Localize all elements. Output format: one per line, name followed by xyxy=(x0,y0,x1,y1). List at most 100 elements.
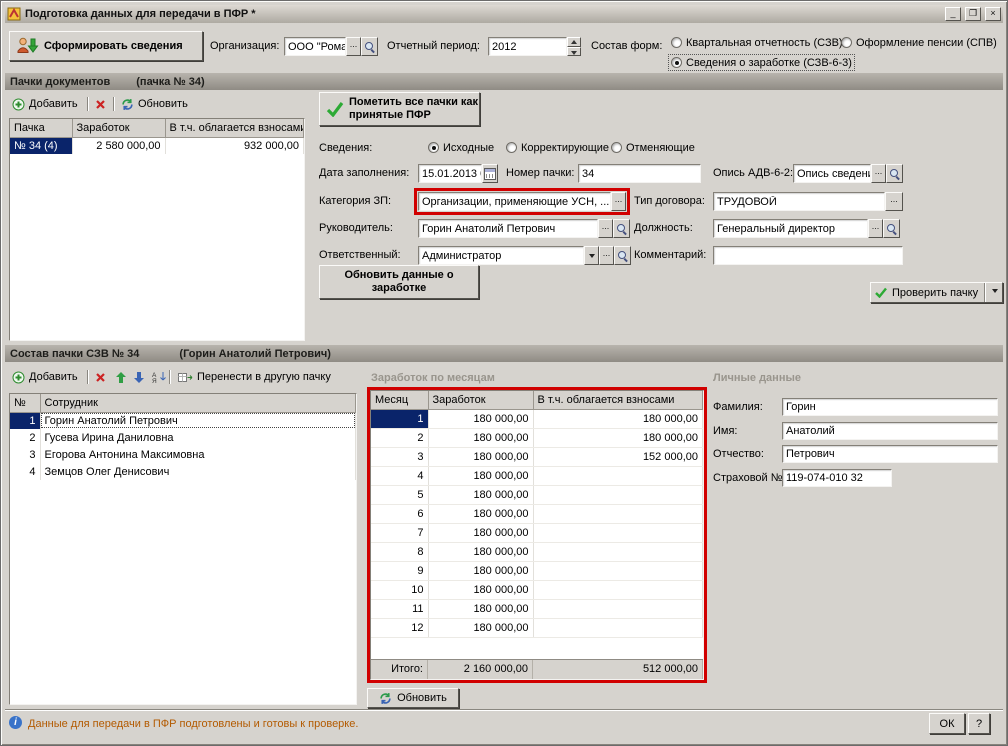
packs-delete-button[interactable] xyxy=(92,95,109,113)
organization-field[interactable]: ООО "Ромаш... xyxy=(284,37,346,56)
position-field[interactable]: Генеральный директор xyxy=(713,219,868,238)
position-search-button[interactable] xyxy=(883,219,900,238)
employee-num-cell[interactable]: 2 xyxy=(10,429,40,446)
employee-name-cell[interactable]: Горин Анатолий Петрович xyxy=(40,412,356,429)
packs-table-row[interactable]: № 34 (4) 2 580 000,00 932 000,00 xyxy=(10,137,304,154)
packs-add-button[interactable]: Добавить xyxy=(9,95,81,113)
radio-info-original[interactable]: Исходные xyxy=(426,140,496,155)
radio-form-pension[interactable]: Оформление пенсии (СПВ) xyxy=(839,35,999,50)
radio-selected-icon[interactable] xyxy=(428,142,439,153)
monthly-row[interactable]: 8180 000,00 xyxy=(371,542,703,561)
manager-field[interactable]: Горин Анатолий Петрович xyxy=(418,219,598,238)
help-button[interactable]: ? xyxy=(968,713,990,734)
monthly-row[interactable]: 3180 000,00152 000,00 xyxy=(371,447,703,466)
comment-field[interactable] xyxy=(713,246,903,265)
taxed-cell[interactable] xyxy=(533,561,703,580)
employee-row[interactable]: 2 Гусева Ирина Даниловна xyxy=(10,429,356,446)
earned-cell[interactable]: 180 000,00 xyxy=(428,580,533,599)
spin-down-icon[interactable] xyxy=(567,47,581,57)
radio-form-quarterly-label[interactable]: Квартальная отчетность (СЗВ) xyxy=(686,37,843,49)
update-earnings-button[interactable]: Обновить данные о заработке xyxy=(319,265,479,299)
radio-info-correcting-label[interactable]: Корректирующие xyxy=(521,142,609,154)
taxed-cell[interactable] xyxy=(533,542,703,561)
manager-ellipsis-button[interactable] xyxy=(598,219,613,238)
responsible-ellipsis-button[interactable] xyxy=(599,246,614,265)
monthly-row[interactable]: 11180 000,00 xyxy=(371,599,703,618)
earned-cell[interactable]: 180 000,00 xyxy=(428,599,533,618)
surname-field[interactable]: Горин xyxy=(782,398,998,416)
organization-search-button[interactable] xyxy=(361,37,378,56)
category-ellipsis-button[interactable] xyxy=(611,192,626,211)
minimize-button[interactable]: _ xyxy=(945,7,961,21)
period-spinner[interactable] xyxy=(567,37,581,56)
radio-icon[interactable] xyxy=(611,142,622,153)
employee-row[interactable]: 1 Горин Анатолий Петрович xyxy=(10,412,356,429)
check-pack-button[interactable]: Проверить пачку xyxy=(870,282,1003,303)
move-to-pack-button[interactable]: Перенести в другую пачку xyxy=(175,368,334,386)
position-ellipsis-button[interactable] xyxy=(868,219,883,238)
spin-up-icon[interactable] xyxy=(567,37,581,47)
inventory-search-button[interactable] xyxy=(886,164,903,183)
employee-name-cell[interactable]: Земцов Олег Денисович xyxy=(40,463,356,480)
month-cell[interactable]: 5 xyxy=(371,485,428,504)
taxed-cell[interactable] xyxy=(533,504,703,523)
pack-number-field[interactable]: 34 xyxy=(578,164,701,183)
taxed-cell[interactable] xyxy=(533,485,703,504)
close-button[interactable]: × xyxy=(985,7,1001,21)
monthly-row[interactable]: 1180 000,00180 000,00 xyxy=(371,409,703,428)
mark-all-packs-button[interactable]: Пометить все пачки как принятые ПФР xyxy=(319,92,480,126)
earned-cell[interactable]: 180 000,00 xyxy=(428,561,533,580)
monthly-row[interactable]: 7180 000,00 xyxy=(371,523,703,542)
employee-num-cell[interactable]: 1 xyxy=(10,412,40,429)
month-cell[interactable]: 10 xyxy=(371,580,428,599)
earned-cell[interactable]: 180 000,00 xyxy=(428,485,533,504)
taxed-cell[interactable]: 180 000,00 xyxy=(533,409,703,428)
category-field[interactable]: Организации, применяющие УСН, ... xyxy=(418,192,611,211)
radio-info-cancelling[interactable]: Отменяющие xyxy=(609,140,697,155)
month-cell[interactable]: 3 xyxy=(371,447,428,466)
radio-form-earnings[interactable]: Сведения о заработке (СЗВ-6-3) xyxy=(669,55,854,70)
packs-col-earned[interactable]: Заработок xyxy=(72,119,165,137)
taxed-cell[interactable]: 180 000,00 xyxy=(533,428,703,447)
month-cell[interactable]: 2 xyxy=(371,428,428,447)
monthly-col-taxed[interactable]: В т.ч. облагается взносами xyxy=(533,391,703,409)
radio-selected-icon[interactable] xyxy=(671,57,682,68)
monthly-row[interactable]: 10180 000,00 xyxy=(371,580,703,599)
month-cell[interactable]: 8 xyxy=(371,542,428,561)
radio-form-pension-label[interactable]: Оформление пенсии (СПВ) xyxy=(856,37,997,49)
employee-num-cell[interactable]: 3 xyxy=(10,446,40,463)
move-up-button[interactable] xyxy=(113,368,129,386)
radio-info-cancelling-label[interactable]: Отменяющие xyxy=(626,142,695,154)
monthly-row[interactable]: 6180 000,00 xyxy=(371,504,703,523)
monthly-row[interactable]: 2180 000,00180 000,00 xyxy=(371,428,703,447)
taxed-cell[interactable] xyxy=(533,580,703,599)
monthly-row[interactable]: 12180 000,00 xyxy=(371,618,703,637)
monthly-row[interactable]: 4180 000,00 xyxy=(371,466,703,485)
employees-col-name[interactable]: Сотрудник xyxy=(40,394,356,412)
app-icon[interactable] xyxy=(7,7,21,21)
earned-cell[interactable]: 180 000,00 xyxy=(428,542,533,561)
earned-cell[interactable]: 180 000,00 xyxy=(428,523,533,542)
earned-cell[interactable]: 180 000,00 xyxy=(428,466,533,485)
calendar-button[interactable] xyxy=(482,164,498,183)
month-cell[interactable]: 6 xyxy=(371,504,428,523)
radio-info-original-label[interactable]: Исходные xyxy=(443,142,494,154)
contract-field[interactable]: ТРУДОВОЙ xyxy=(713,192,885,211)
monthly-row[interactable]: 5180 000,00 xyxy=(371,485,703,504)
radio-icon[interactable] xyxy=(841,37,852,48)
employees-add-button[interactable]: Добавить xyxy=(9,368,81,386)
chevron-down-icon[interactable] xyxy=(992,289,998,296)
employees-col-num[interactable]: № xyxy=(10,394,40,412)
pack-taxed-cell[interactable]: 932 000,00 xyxy=(165,137,304,154)
month-cell[interactable]: 7 xyxy=(371,523,428,542)
monthly-col-earned[interactable]: Заработок xyxy=(428,391,533,409)
inventory-field[interactable]: Опись сведени... xyxy=(793,164,871,183)
month-cell[interactable]: 12 xyxy=(371,618,428,637)
monthly-refresh-button[interactable]: Обновить xyxy=(367,688,459,708)
taxed-cell[interactable] xyxy=(533,618,703,637)
month-cell[interactable]: 1 xyxy=(371,409,428,428)
pack-cell[interactable]: № 34 (4) xyxy=(10,137,72,154)
employee-name-cell[interactable]: Гусева Ирина Даниловна xyxy=(40,429,356,446)
packs-col-pack[interactable]: Пачка xyxy=(10,119,72,137)
month-cell[interactable]: 9 xyxy=(371,561,428,580)
